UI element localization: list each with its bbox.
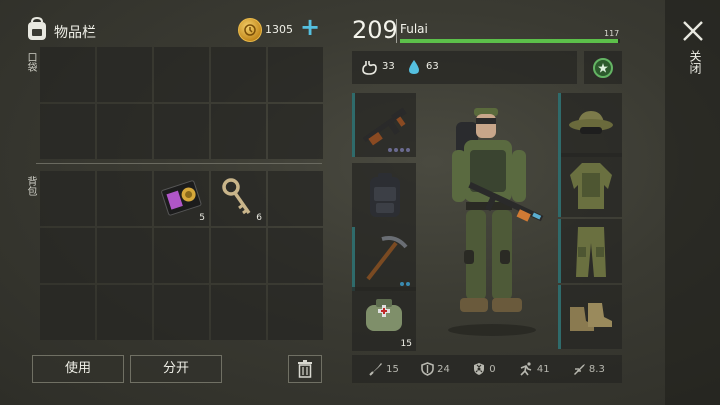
attack-stat: 15 xyxy=(369,362,399,376)
knife-icon xyxy=(369,363,383,376)
backpack-slot[interactable] xyxy=(268,171,323,226)
character-level: 209 xyxy=(352,16,398,44)
slot-accent xyxy=(352,227,355,291)
level-divider xyxy=(396,19,397,43)
split-button[interactable]: 分开 xyxy=(130,355,222,383)
backpack-slot-key[interactable]: 6 xyxy=(211,171,266,226)
weapon-slot[interactable] xyxy=(352,93,416,157)
trash-icon xyxy=(298,360,312,378)
pocket-slot[interactable] xyxy=(97,47,152,102)
armor-stat: 24 xyxy=(421,362,450,376)
backpack-equip-slot[interactable] xyxy=(352,163,416,227)
boots-icon xyxy=(570,303,612,331)
close-label[interactable]: 关闭 xyxy=(687,50,704,74)
pants-slot[interactable] xyxy=(558,219,622,283)
weapon-mod-dots xyxy=(388,148,410,152)
star-button[interactable] xyxy=(584,51,622,84)
pocket-slot[interactable] xyxy=(268,104,323,159)
tactical-backpack-icon xyxy=(370,173,400,217)
tool-slot[interactable] xyxy=(352,227,416,291)
backpack-slot-police-badge[interactable]: 5 xyxy=(154,171,209,226)
running-icon xyxy=(520,362,532,376)
use-button[interactable]: 使用 xyxy=(32,355,124,383)
trash-button[interactable] xyxy=(288,355,322,383)
rifle-icon xyxy=(362,107,407,146)
speed-stat: 41 xyxy=(518,362,550,376)
backpack-slot[interactable] xyxy=(154,228,209,283)
pickaxe-icon xyxy=(366,236,408,281)
backpack-slot[interactable] xyxy=(97,228,152,283)
backpack-slot[interactable] xyxy=(97,171,152,226)
backpack-slot[interactable] xyxy=(154,285,209,340)
stealth-icon xyxy=(573,364,585,375)
pocket-slot[interactable] xyxy=(211,104,266,159)
status-panel: 33 63 xyxy=(352,51,577,84)
pocket-slot[interactable] xyxy=(154,104,209,159)
backpack-slot[interactable] xyxy=(40,285,95,340)
pocket-slot[interactable] xyxy=(40,104,95,159)
slot-accent xyxy=(558,153,561,217)
tool-mod-dots xyxy=(400,282,410,286)
inventory-title: 物品栏 xyxy=(54,25,96,41)
pocket-slot[interactable] xyxy=(97,104,152,159)
slot-accent xyxy=(558,285,561,349)
backpack-slot[interactable] xyxy=(40,171,95,226)
pocket-grid xyxy=(40,47,323,159)
backpack-label: 背包 xyxy=(25,176,36,196)
attack-value: 15 xyxy=(386,363,399,375)
food-value: 33 xyxy=(382,61,395,72)
pocket-slot[interactable] xyxy=(211,47,266,102)
helmet-slot[interactable] xyxy=(558,93,622,157)
add-coins-button[interactable]: + xyxy=(298,15,322,41)
shield-icon xyxy=(421,362,434,376)
armor-value: 24 xyxy=(437,363,450,375)
coin-amount: 1305 xyxy=(265,23,293,36)
pocket-slot[interactable] xyxy=(40,47,95,102)
slot-accent xyxy=(558,219,561,283)
backpack-slot[interactable] xyxy=(97,285,152,340)
water-drop-icon xyxy=(409,60,419,74)
water-value: 63 xyxy=(426,61,439,72)
jacket-icon xyxy=(570,163,612,209)
key-icon xyxy=(222,178,251,215)
backpack-slot[interactable] xyxy=(211,228,266,283)
pants-icon xyxy=(576,227,606,277)
backpack-slot[interactable] xyxy=(268,285,323,340)
pocket-slot[interactable] xyxy=(268,47,323,102)
backpack-slot[interactable] xyxy=(40,228,95,283)
medkit-quantity: 15 xyxy=(400,339,412,349)
xp-value: 117 xyxy=(604,29,620,38)
section-divider xyxy=(36,163,322,164)
pocket-label: 口袋 xyxy=(25,52,36,72)
body-armor-slot[interactable] xyxy=(558,153,622,217)
backpack-grid: 5 6 xyxy=(40,171,323,340)
radiation-value: 0 xyxy=(489,363,496,375)
radiation-stat: 0 xyxy=(472,362,496,376)
speed-value: 41 xyxy=(536,363,550,375)
item-quantity: 6 xyxy=(256,213,262,223)
stealth-stat: 8.3 xyxy=(572,362,605,376)
medkit-slot[interactable]: 15 xyxy=(352,287,416,351)
coin-icon xyxy=(238,18,262,42)
radiation-icon xyxy=(474,363,485,375)
medkit-icon xyxy=(366,299,402,331)
stealth-value: 8.3 xyxy=(588,363,605,375)
police-badge-icon xyxy=(161,180,202,216)
backpack-slot[interactable] xyxy=(268,228,323,283)
stomach-icon xyxy=(362,61,377,75)
backpack-icon xyxy=(28,16,46,40)
boonie-hat-icon xyxy=(569,111,613,134)
stats-bar: 15 24 0 41 8.3 xyxy=(352,355,622,383)
backpack-slot[interactable] xyxy=(211,285,266,340)
star-icon xyxy=(598,62,608,73)
item-quantity: 5 xyxy=(199,213,205,223)
close-icon[interactable] xyxy=(680,18,706,44)
character-figure xyxy=(448,108,544,336)
boots-slot[interactable] xyxy=(558,285,622,349)
slot-accent xyxy=(558,93,561,157)
character-name: Fulai xyxy=(400,22,428,36)
xp-bar-fill xyxy=(400,39,618,43)
pocket-slot[interactable] xyxy=(154,47,209,102)
slot-accent xyxy=(352,93,355,157)
